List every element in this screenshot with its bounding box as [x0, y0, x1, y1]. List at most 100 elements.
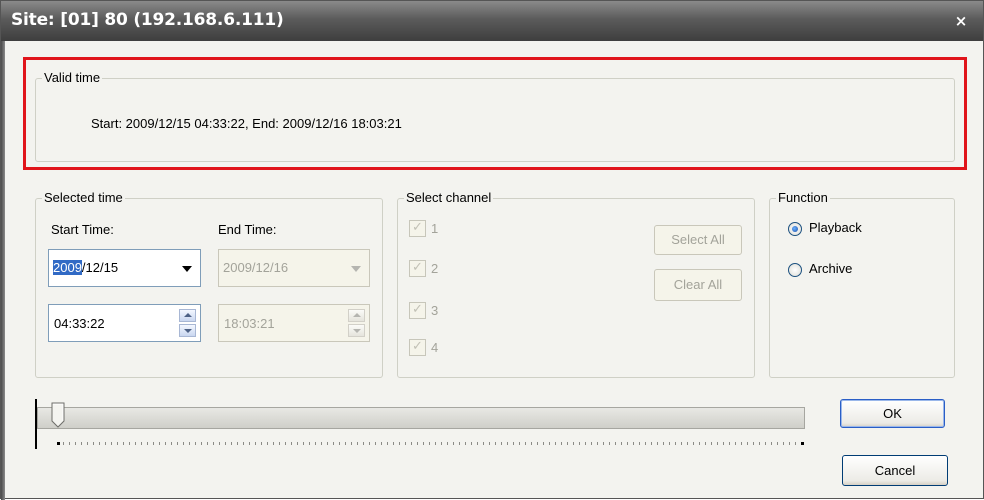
- slider-tick: [375, 442, 376, 445]
- slider-tick: [435, 442, 436, 445]
- slider-tick: [465, 442, 466, 445]
- slider-tick: [441, 442, 442, 445]
- slider-tick: [195, 442, 196, 445]
- select-channel-legend: Select channel: [404, 190, 494, 206]
- radio-unselected-icon[interactable]: [788, 263, 802, 277]
- start-time-spinner[interactable]: 04:33:22: [48, 304, 201, 342]
- ok-button[interactable]: OK: [840, 399, 945, 428]
- radio-archive[interactable]: Archive: [788, 261, 898, 279]
- slider-tick: [63, 442, 64, 445]
- slider-tick: [633, 442, 634, 445]
- slider-tick: [273, 442, 274, 445]
- radio-playback[interactable]: Playback: [788, 220, 898, 238]
- checkbox-checked-icon[interactable]: [409, 220, 426, 237]
- checkbox-checked-icon[interactable]: [409, 339, 426, 356]
- slider-tick: [315, 442, 316, 445]
- slider-tick: [591, 442, 592, 445]
- spin-up-icon[interactable]: [348, 309, 365, 322]
- slider-tick: [519, 442, 520, 445]
- slider-tick: [219, 442, 220, 445]
- spin-down-icon[interactable]: [179, 324, 196, 337]
- slider-tick: [657, 442, 658, 445]
- slider-tick: [801, 442, 804, 445]
- chevron-down-icon[interactable]: [182, 266, 192, 272]
- slider-tick: [687, 442, 688, 445]
- slider-tick: [399, 442, 400, 445]
- slider-tick: [525, 442, 526, 445]
- slider-tick: [537, 442, 538, 445]
- start-date-year-selected: 2009: [53, 260, 82, 275]
- slider-tick: [555, 442, 556, 445]
- slider-tick: [249, 442, 250, 445]
- slider-tick: [603, 442, 604, 445]
- slider-tick: [363, 442, 364, 445]
- radio-selected-icon[interactable]: [788, 222, 802, 236]
- slider-tick: [267, 442, 268, 445]
- slider-tick: [747, 442, 748, 445]
- slider-tick: [741, 442, 742, 445]
- slider-tick: [417, 442, 418, 445]
- start-time-value: 04:33:22: [54, 316, 105, 331]
- slider-tick: [159, 442, 160, 445]
- close-button[interactable]: ×: [947, 9, 975, 33]
- channel-1-label: 1: [431, 221, 439, 236]
- slider-tick: [231, 442, 232, 445]
- slider-tick: [153, 442, 154, 445]
- slider-tick: [675, 442, 676, 445]
- slider-tick: [369, 442, 370, 445]
- slider-tick: [285, 442, 286, 445]
- slider-tick: [177, 442, 178, 445]
- checkbox-checked-icon[interactable]: [409, 260, 426, 277]
- slider-tick: [171, 442, 172, 445]
- slider-tick: [507, 442, 508, 445]
- slider-tick: [513, 442, 514, 445]
- end-date-picker[interactable]: 2009/12/16: [218, 249, 370, 287]
- slider-tick: [723, 442, 724, 445]
- start-time-spin-buttons: [179, 309, 196, 337]
- slider-tick: [57, 442, 60, 445]
- slider-tick: [663, 442, 664, 445]
- slider-tick: [345, 442, 346, 445]
- slider-tick: [327, 442, 328, 445]
- spin-down-icon[interactable]: [348, 324, 365, 337]
- slider-tick: [795, 442, 796, 445]
- slider-tick: [477, 442, 478, 445]
- chevron-down-icon[interactable]: [351, 266, 361, 272]
- slider-tick: [165, 442, 166, 445]
- cancel-button[interactable]: Cancel: [842, 455, 948, 486]
- slider-thumb-icon[interactable]: [51, 402, 65, 428]
- close-icon: ×: [954, 12, 968, 30]
- slider-tick: [117, 442, 118, 445]
- slider-tick: [105, 442, 106, 445]
- slider-tick: [729, 442, 730, 445]
- clear-all-button[interactable]: Clear All: [654, 269, 742, 301]
- slider-tick: [543, 442, 544, 445]
- title-bar[interactable]: Site: [01] 80 (192.168.6.111) ×: [1, 1, 983, 41]
- slider-tick: [645, 442, 646, 445]
- slider-tick: [483, 442, 484, 445]
- slider-tick: [609, 442, 610, 445]
- slider-tick: [129, 442, 130, 445]
- slider-tick: [225, 442, 226, 445]
- slider-tick: [255, 442, 256, 445]
- dialog-window: Site: [01] 80 (192.168.6.111) × Valid ti…: [0, 0, 984, 500]
- checkbox-checked-icon[interactable]: [409, 302, 426, 319]
- spin-up-icon[interactable]: [179, 309, 196, 322]
- end-time-spinner[interactable]: 18:03:21: [218, 304, 370, 342]
- slider-tick: [585, 442, 586, 445]
- slider-tick: [717, 442, 718, 445]
- select-all-button[interactable]: Select All: [654, 225, 742, 255]
- end-time-label: End Time:: [218, 222, 277, 237]
- start-date-rest: /12/15: [81, 260, 119, 275]
- slider-tick: [147, 442, 148, 445]
- slider-tick: [207, 442, 208, 445]
- slider-tick: [99, 442, 100, 445]
- end-date-value: 2009/12/16: [223, 260, 289, 275]
- radio-archive-label: Archive: [809, 261, 853, 276]
- slider-tick: [735, 442, 736, 445]
- channel-3-label: 3: [431, 303, 439, 318]
- slider-tick: [243, 442, 244, 445]
- function-legend: Function: [776, 190, 830, 206]
- start-date-picker[interactable]: 2009/12/15: [48, 249, 201, 287]
- timeline-slider-track[interactable]: [37, 407, 805, 429]
